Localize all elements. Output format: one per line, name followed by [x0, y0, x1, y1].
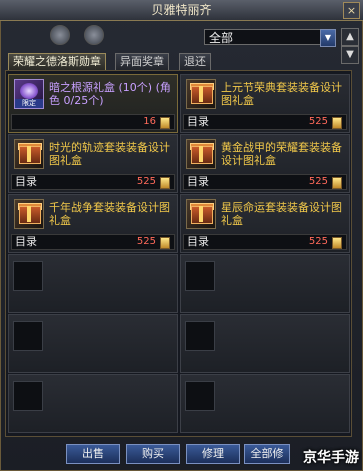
empty-slot — [8, 314, 178, 373]
empty-slot — [8, 374, 178, 433]
item-footer: 目录 525 — [11, 174, 175, 190]
item-price: 525 — [136, 236, 156, 247]
purple-orb-icon: 限定 — [14, 79, 44, 109]
item-name: 星辰命运套装装备设计图礼盒 — [221, 201, 342, 227]
window-title: 贝雅特丽齐 — [151, 3, 212, 17]
item-name: 黄金战甲的荣耀套装装备设计图礼盒 — [221, 141, 342, 167]
item-category: 目录 — [187, 235, 209, 248]
item-footer: 16 — [11, 114, 175, 130]
shop-item[interactable]: 限定 暗之根源礼盒 (10个) (角色 0/25个) 16 — [8, 74, 178, 133]
item-name: 时光的轨迹套装装备设计图礼盒 — [49, 141, 170, 167]
medal-icon — [160, 177, 170, 189]
empty-slot-frame — [185, 261, 215, 291]
shop-item[interactable]: 星辰命运套装装备设计图礼盒 目录 525 — [180, 194, 350, 253]
shop-item[interactable]: 时光的轨迹套装装备设计图礼盒 目录 525 — [8, 134, 178, 193]
empty-slot-frame — [185, 381, 215, 411]
item-name: 千年战争套装装备设计图礼盒 — [49, 201, 170, 227]
item-name: 上元节荣典套装装备设计图礼盒 — [221, 81, 342, 107]
gift-box-icon — [14, 139, 44, 169]
item-category: 目录 — [187, 175, 209, 188]
tab-refund[interactable]: 退还 — [179, 53, 211, 71]
gift-box-icon — [186, 79, 216, 109]
shop-item[interactable]: 上元节荣典套装装备设计图礼盒 目录 525 — [180, 74, 350, 133]
scroll-up-button[interactable]: ▲ — [341, 28, 359, 46]
item-grid: 限定 暗之根源礼盒 (10个) (角色 0/25个) 16 上元节荣典套装装备设… — [5, 70, 352, 437]
item-footer: 目录 525 — [183, 114, 347, 130]
gift-box-icon — [14, 199, 44, 229]
top-toolbar: 全部 ▼ — [0, 21, 363, 49]
watermark-text: 京华手游 — [303, 450, 359, 466]
empty-slot-frame — [13, 321, 43, 351]
disc-icon — [50, 25, 70, 45]
medal-icon — [332, 117, 342, 129]
medal-icon — [332, 237, 342, 249]
gift-box-icon — [186, 199, 216, 229]
filter-select[interactable]: 全部 ▼ — [204, 29, 336, 47]
close-button[interactable]: × — [343, 2, 360, 19]
empty-slot-frame — [13, 261, 43, 291]
empty-slot — [180, 314, 350, 373]
medal-icon — [160, 237, 170, 249]
empty-slot — [8, 254, 178, 313]
chevron-down-icon[interactable]: ▼ — [320, 29, 336, 47]
item-category: 目录 — [15, 235, 37, 248]
empty-slot-frame — [13, 381, 43, 411]
empty-slot-frame — [185, 321, 215, 351]
shop-item[interactable]: 黄金战甲的荣耀套装装备设计图礼盒 目录 525 — [180, 134, 350, 193]
gift-box-icon — [186, 139, 216, 169]
tab-delos-medal[interactable]: 荣耀之德洛斯勋章 — [8, 53, 106, 71]
repair-button[interactable]: 修理 — [186, 444, 240, 464]
sell-button[interactable]: 出售 — [66, 444, 120, 464]
medal-icon — [332, 177, 342, 189]
item-category: 目录 — [187, 115, 209, 128]
item-footer: 目录 525 — [183, 234, 347, 250]
filter-selected: 全部 — [209, 31, 234, 45]
shop-item[interactable]: 千年战争套装装备设计图礼盒 目录 525 — [8, 194, 178, 253]
empty-slot — [180, 254, 350, 313]
scroll-down-button[interactable]: ▼ — [341, 46, 359, 64]
empty-slot — [180, 374, 350, 433]
item-price: 525 — [308, 176, 328, 187]
medal-icon — [160, 117, 170, 129]
item-price: 525 — [136, 176, 156, 187]
tab-otherworld-medal[interactable]: 异面奖章 — [115, 53, 169, 71]
repair-all-button[interactable]: 全部修 — [244, 444, 290, 464]
item-category: 目录 — [15, 175, 37, 188]
item-price: 525 — [308, 116, 328, 127]
item-price: 16 — [143, 116, 156, 127]
item-name: 暗之根源礼盒 (10个) (角色 0/25个) — [49, 81, 171, 107]
buy-button[interactable]: 购买 — [126, 444, 180, 464]
refresh-icon[interactable] — [84, 25, 104, 45]
item-footer: 目录 525 — [11, 234, 175, 250]
item-footer: 目录 525 — [183, 174, 347, 190]
title-bar: 贝雅特丽齐 × — [0, 0, 363, 21]
item-price: 525 — [308, 236, 328, 247]
